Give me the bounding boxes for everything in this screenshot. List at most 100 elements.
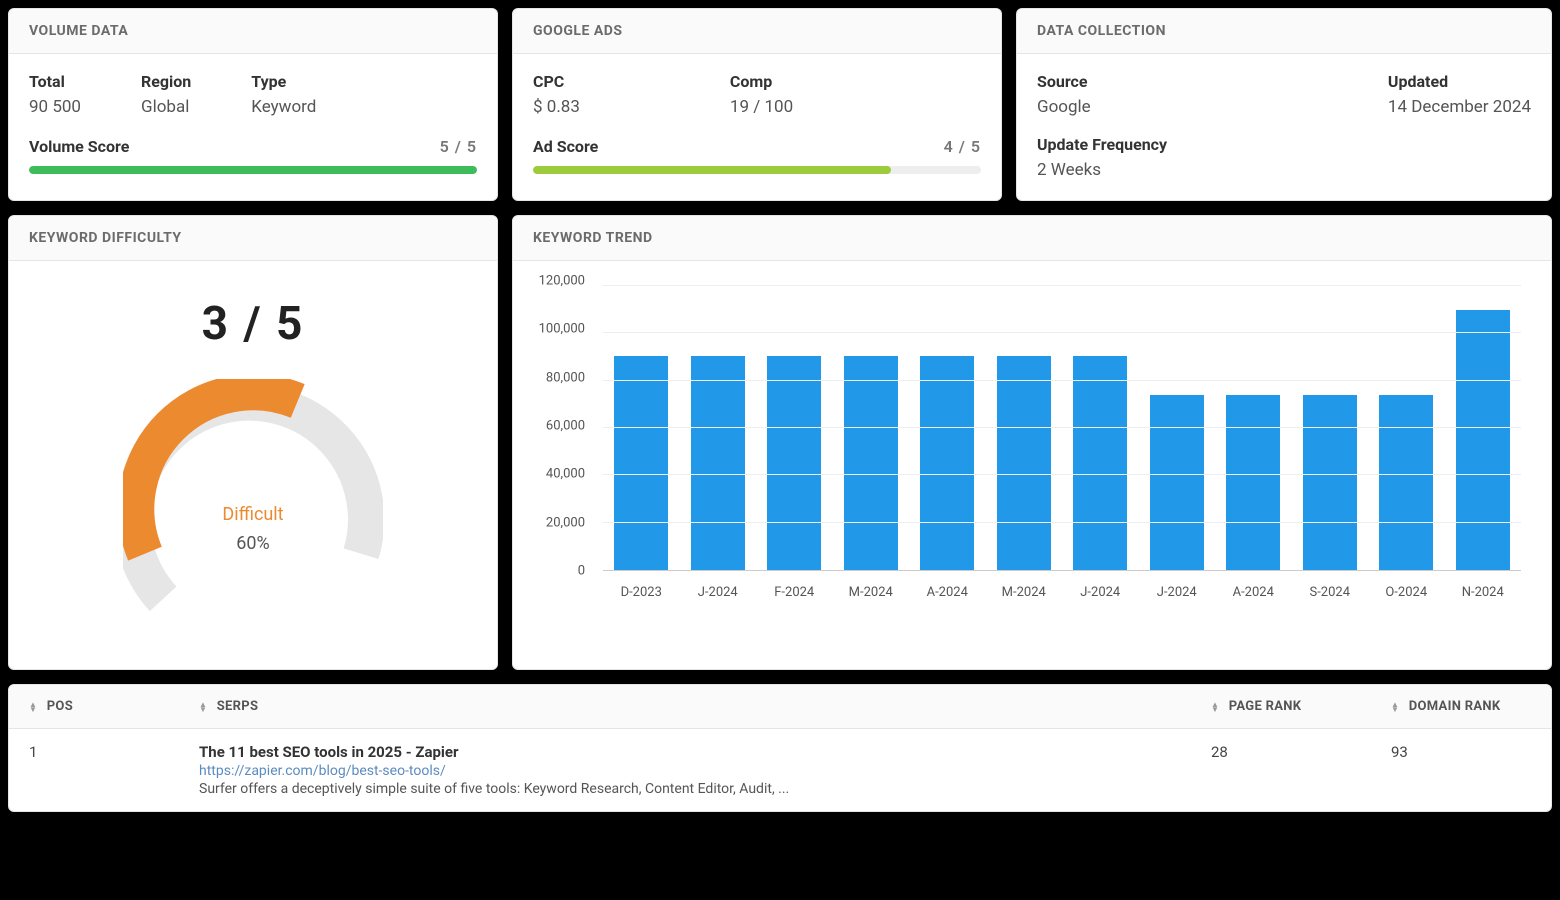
metric-value: 2 Weeks bbox=[1037, 160, 1531, 180]
bar-col bbox=[603, 286, 680, 570]
x-label: D-2023 bbox=[603, 577, 680, 611]
metric-value: Keyword bbox=[251, 97, 316, 117]
sort-icon: ▲▼ bbox=[29, 702, 37, 712]
difficulty-score: 3 / 5 bbox=[29, 297, 477, 351]
bar-col bbox=[1215, 286, 1292, 570]
bar-col bbox=[756, 286, 833, 570]
volume-score-bar bbox=[29, 166, 477, 174]
metric-label: Region bbox=[141, 72, 191, 91]
bar bbox=[920, 356, 974, 570]
bar-col bbox=[1368, 286, 1445, 570]
bar bbox=[1379, 395, 1433, 570]
bar-col bbox=[1445, 286, 1522, 570]
x-label: A-2024 bbox=[909, 577, 986, 611]
score-value: 5 / 5 bbox=[440, 137, 477, 156]
bar bbox=[1303, 395, 1357, 570]
metric-frequency: Update Frequency 2 Weeks bbox=[1037, 135, 1531, 180]
score-label: Volume Score bbox=[29, 137, 129, 156]
bar-fill bbox=[29, 166, 477, 174]
serps-table-card: ▲▼ POS ▲▼ SERPS ▲▼ PAGE RANK ▲▼ DOMAIN R… bbox=[8, 684, 1552, 812]
bar-col bbox=[1292, 286, 1369, 570]
cell-serp: The 11 best SEO tools in 2025 - Zapier ht… bbox=[179, 729, 1191, 812]
cell-page-rank: 28 bbox=[1191, 729, 1371, 812]
card-header: DATA COLLECTION bbox=[1017, 9, 1551, 54]
keyword-difficulty-card: KEYWORD DIFFICULTY 3 / 5 Difficult 60% bbox=[8, 215, 498, 670]
x-label: N-2024 bbox=[1445, 577, 1522, 611]
metric-label: Updated bbox=[1388, 72, 1531, 91]
metric-value: Google bbox=[1037, 97, 1091, 117]
serp-title: The 11 best SEO tools in 2025 - Zapier bbox=[199, 743, 1171, 761]
metric-cpc: CPC $ 0.83 bbox=[533, 72, 580, 117]
metric-value: 19 / 100 bbox=[730, 97, 793, 117]
bar-col bbox=[833, 286, 910, 570]
y-tick: 20,000 bbox=[525, 515, 585, 530]
sort-icon: ▲▼ bbox=[199, 702, 207, 712]
difficulty-percent: 60% bbox=[236, 533, 269, 554]
x-label: J-2024 bbox=[1062, 577, 1139, 611]
trend-chart: 020,00040,00060,00080,000100,000120,000 … bbox=[523, 271, 1531, 611]
x-label: J-2024 bbox=[680, 577, 757, 611]
bar bbox=[614, 356, 668, 570]
metric-region: Region Global bbox=[141, 72, 191, 117]
metric-source: Source Google bbox=[1037, 72, 1091, 117]
metric-label: Total bbox=[29, 72, 81, 91]
difficulty-gauge: Difficult 60% bbox=[123, 379, 383, 639]
sort-icon: ▲▼ bbox=[1391, 702, 1399, 712]
x-label: O-2024 bbox=[1368, 577, 1445, 611]
metric-value: $ 0.83 bbox=[533, 97, 580, 117]
bar bbox=[1150, 395, 1204, 570]
metric-label: Type bbox=[251, 72, 316, 91]
y-tick: 40,000 bbox=[525, 467, 585, 482]
col-header-serps[interactable]: ▲▼ SERPS bbox=[179, 685, 1191, 729]
x-label: S-2024 bbox=[1292, 577, 1369, 611]
bar bbox=[844, 356, 898, 570]
metric-label: Comp bbox=[730, 72, 793, 91]
metric-updated: Updated 14 December 2024 bbox=[1388, 72, 1531, 117]
metric-comp: Comp 19 / 100 bbox=[730, 72, 793, 117]
y-tick: 100,000 bbox=[525, 322, 585, 337]
card-header: KEYWORD TREND bbox=[513, 216, 1551, 261]
x-label: J-2024 bbox=[1139, 577, 1216, 611]
bar-col bbox=[1062, 286, 1139, 570]
metric-value: 14 December 2024 bbox=[1388, 97, 1531, 117]
data-collection-card: DATA COLLECTION Source Google Updated 14… bbox=[1016, 8, 1552, 201]
keyword-trend-card: KEYWORD TREND 020,00040,00060,00080,0001… bbox=[512, 215, 1552, 670]
bar bbox=[997, 356, 1051, 570]
bar bbox=[1073, 356, 1127, 570]
x-label: M-2024 bbox=[986, 577, 1063, 611]
bar-col bbox=[1139, 286, 1216, 570]
col-header-pos[interactable]: ▲▼ POS bbox=[9, 685, 179, 729]
cell-domain-rank: 93 bbox=[1371, 729, 1551, 812]
serp-url[interactable]: https://zapier.com/blog/best-seo-tools/ bbox=[199, 763, 1171, 779]
serp-desc: Surfer offers a deceptively simple suite… bbox=[199, 781, 1171, 797]
card-header: VOLUME DATA bbox=[9, 9, 497, 54]
bar-col bbox=[909, 286, 986, 570]
y-tick: 120,000 bbox=[525, 274, 585, 289]
ad-score-bar bbox=[533, 166, 981, 174]
metric-label: Update Frequency bbox=[1037, 135, 1531, 154]
cell-pos: 1 bbox=[9, 729, 179, 812]
metric-label: CPC bbox=[533, 72, 580, 91]
bar bbox=[1456, 310, 1510, 570]
bar-fill bbox=[533, 166, 891, 174]
col-header-page-rank[interactable]: ▲▼ PAGE RANK bbox=[1191, 685, 1371, 729]
metric-total: Total 90 500 bbox=[29, 72, 81, 117]
metric-type: Type Keyword bbox=[251, 72, 316, 117]
y-tick: 0 bbox=[525, 564, 585, 579]
y-tick: 80,000 bbox=[525, 370, 585, 385]
bar bbox=[1226, 395, 1280, 570]
score-label: Ad Score bbox=[533, 137, 598, 156]
metric-value: 90 500 bbox=[29, 97, 81, 117]
difficulty-label: Difficult bbox=[222, 504, 283, 525]
x-label: F-2024 bbox=[756, 577, 833, 611]
metric-value: Global bbox=[141, 97, 191, 117]
google-ads-card: GOOGLE ADS CPC $ 0.83 Comp 19 / 100 Ad S… bbox=[512, 8, 1002, 201]
col-header-domain-rank[interactable]: ▲▼ DOMAIN RANK bbox=[1371, 685, 1551, 729]
table-row[interactable]: 1 The 11 best SEO tools in 2025 - Zapier h… bbox=[9, 729, 1551, 812]
sort-icon: ▲▼ bbox=[1211, 702, 1219, 712]
metric-label: Source bbox=[1037, 72, 1091, 91]
card-header: GOOGLE ADS bbox=[513, 9, 1001, 54]
serps-table: ▲▼ POS ▲▼ SERPS ▲▼ PAGE RANK ▲▼ DOMAIN R… bbox=[9, 685, 1551, 811]
bar-col bbox=[680, 286, 757, 570]
volume-data-card: VOLUME DATA Total 90 500 Region Global T… bbox=[8, 8, 498, 201]
